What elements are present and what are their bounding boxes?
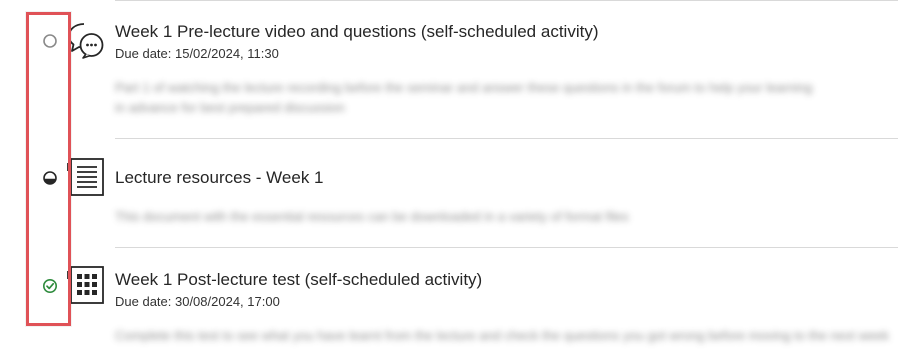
course-content-list: Week 1 Pre-lecture video and questions (…	[0, 0, 898, 364]
content-item[interactable]: Week 1 Post-lecture test (self-scheduled…	[0, 248, 898, 364]
item-title[interactable]: Week 1 Pre-lecture video and questions (…	[115, 22, 598, 42]
item-description: This document with the essential resourc…	[115, 209, 629, 224]
discussion-icon	[66, 20, 106, 60]
item-description: Part 1 of watching the lecture recording…	[115, 80, 813, 95]
content-item[interactable]: Week 1 Pre-lecture video and questions (…	[0, 0, 898, 138]
status-in-progress-icon[interactable]	[41, 169, 59, 187]
item-description-line2: in advance for best prepared discussion	[115, 100, 345, 115]
due-date: Due date: 15/02/2024, 11:30	[115, 46, 279, 61]
item-title[interactable]: Week 1 Post-lecture test (self-scheduled…	[115, 270, 482, 290]
status-not-started-icon[interactable]	[41, 32, 59, 50]
test-icon	[66, 265, 106, 305]
status-completed-icon[interactable]	[41, 277, 59, 295]
due-date: Due date: 30/08/2024, 17:00	[115, 294, 280, 309]
item-description: Complete this test to see what you have …	[115, 328, 889, 343]
item-title[interactable]: Lecture resources - Week 1	[115, 168, 324, 188]
content-item[interactable]: Lecture resources - Week 1 This document…	[0, 139, 898, 247]
document-icon	[66, 157, 106, 197]
